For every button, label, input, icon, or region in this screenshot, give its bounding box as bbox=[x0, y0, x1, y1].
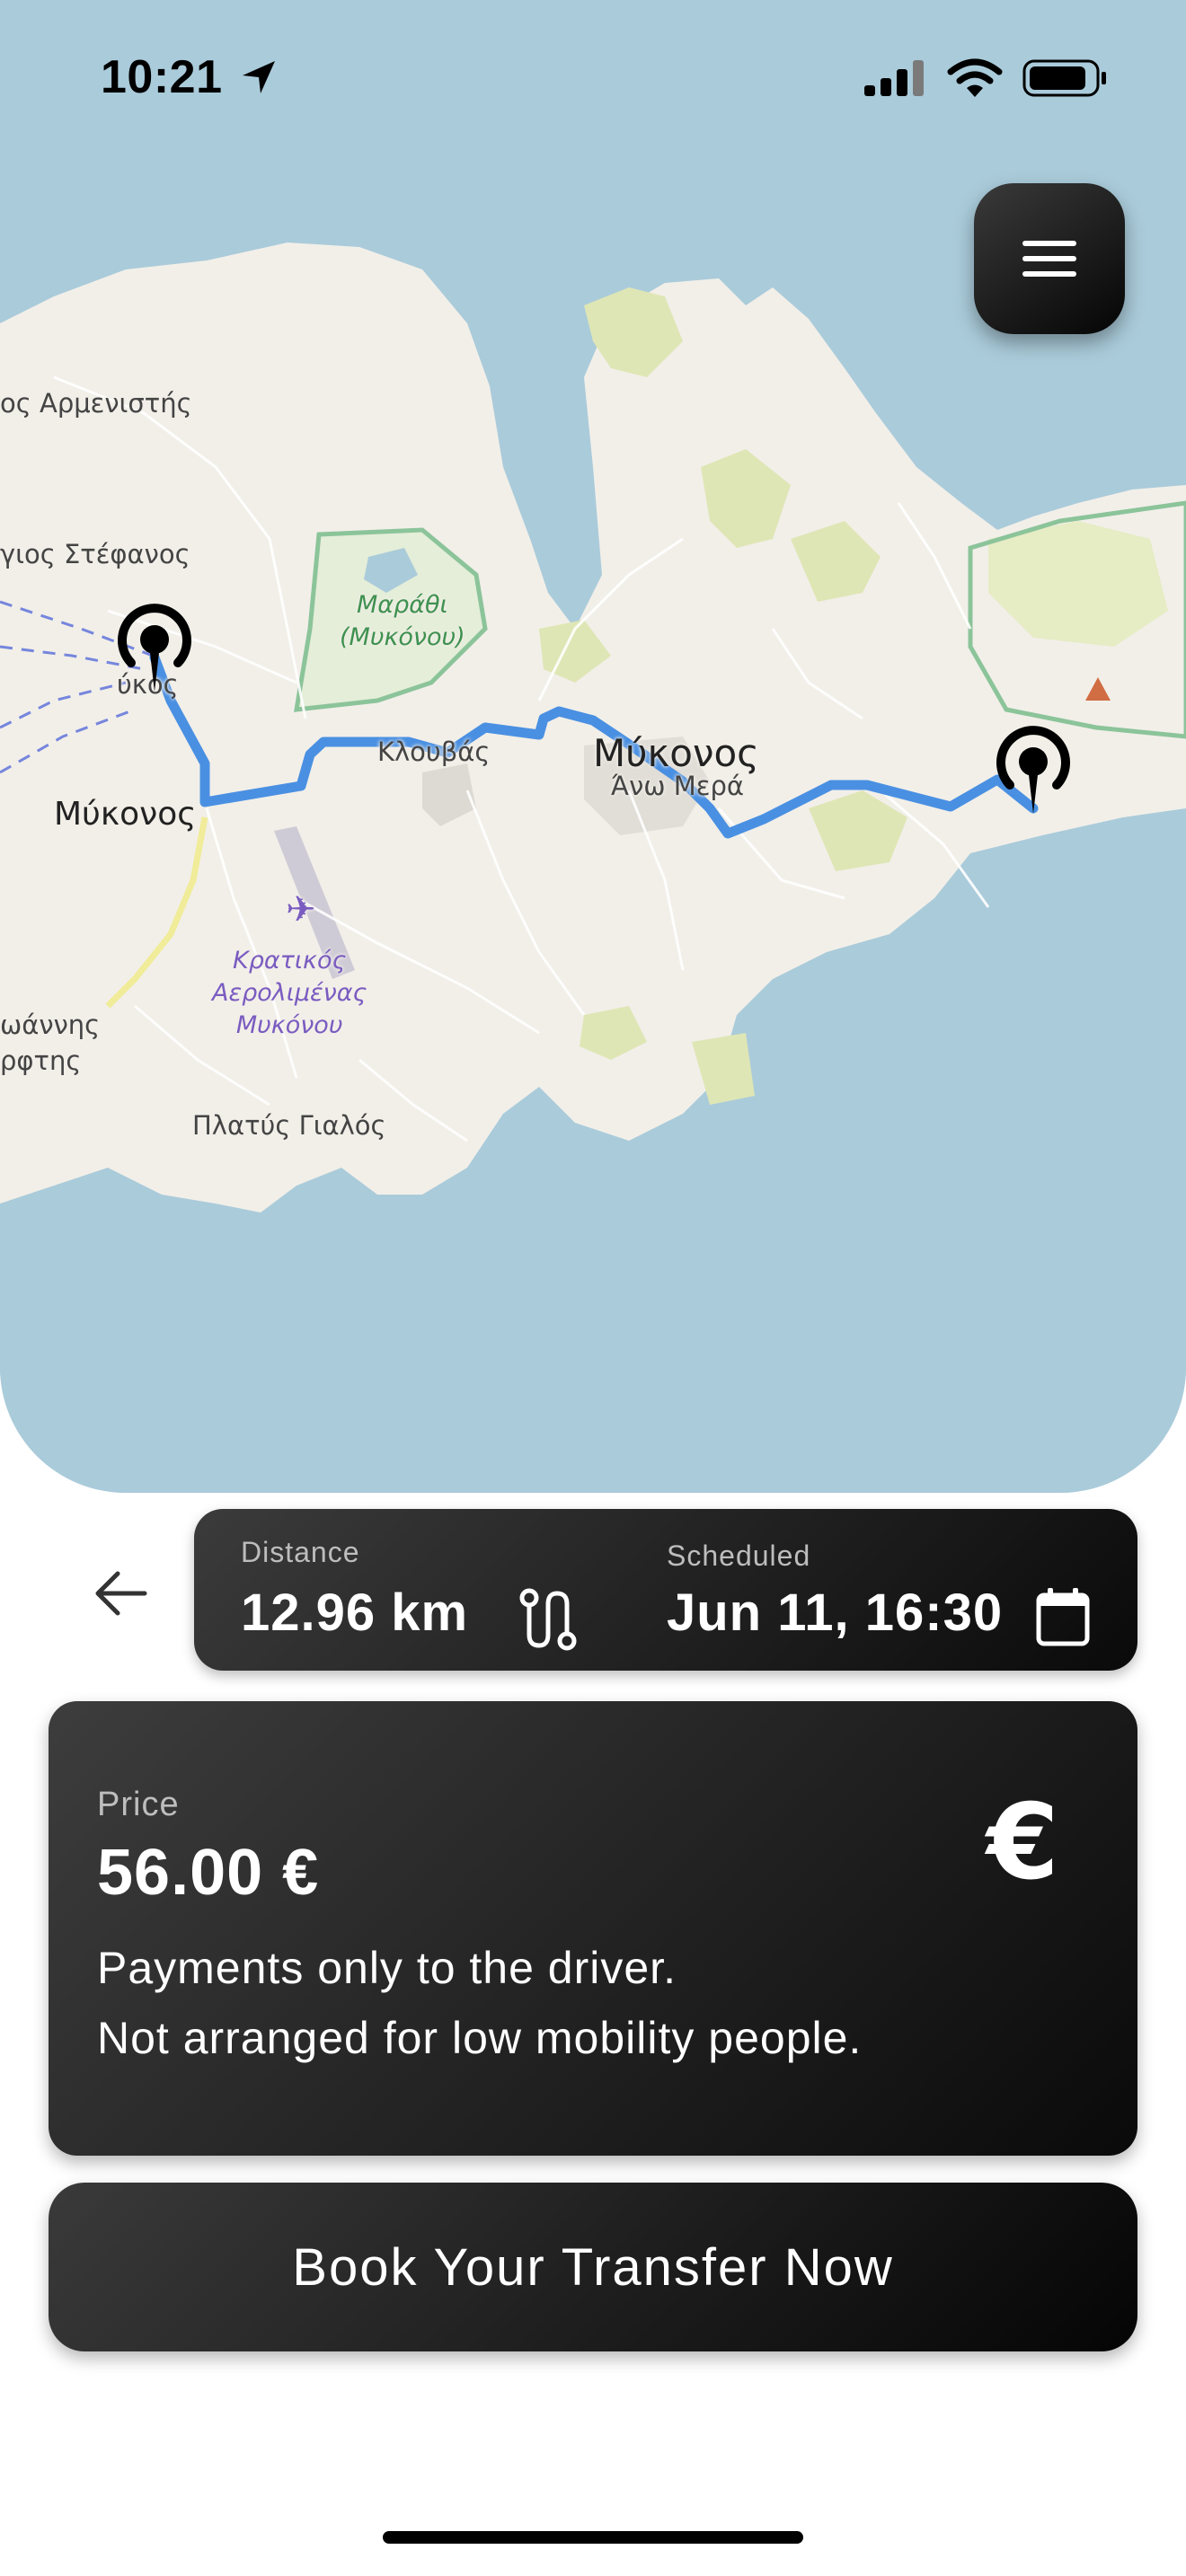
wifi-icon bbox=[947, 58, 1003, 97]
scheduled-value: Jun 11, 16:30 bbox=[667, 1584, 1004, 1642]
home-indicator[interactable] bbox=[383, 2531, 803, 2544]
pickup-pin-icon[interactable] bbox=[113, 598, 196, 697]
signal-icon bbox=[864, 60, 924, 96]
price-value: 56.00 € bbox=[97, 1837, 320, 1909]
map-label-airport: Κρατικός Αερολιμένας Μυκόνου bbox=[212, 947, 367, 1039]
map-label-ioannis: ωάννης bbox=[0, 1010, 101, 1040]
scheduled-label: Scheduled bbox=[667, 1539, 811, 1572]
book-transfer-button[interactable]: Book Your Transfer Now bbox=[49, 2183, 1137, 2351]
map-label-agios-stefanos: γιος Στέφανος bbox=[0, 539, 190, 569]
map-label-mykonos-center: Μύκονος bbox=[593, 731, 759, 775]
back-button[interactable] bbox=[88, 1561, 153, 1626]
map-label-mykonos-town: Μύκονος bbox=[54, 796, 197, 833]
trip-summary-bar: Distance 12.96 km Scheduled Jun 11, 16:3… bbox=[194, 1509, 1137, 1671]
map-label-armenistis: ος Αρμενιστής bbox=[0, 388, 192, 419]
price-card: Price 56.00 € € Payments only to the dri… bbox=[49, 1701, 1137, 2156]
map-label-marathi: Μαράθι (Μυκόνου) bbox=[340, 591, 465, 651]
route-icon bbox=[519, 1588, 577, 1651]
map-label-ioannis-2: ρφτης bbox=[0, 1045, 82, 1076]
map-label-ano-mera: Άνω Μερά bbox=[611, 771, 745, 801]
location-arrow-icon bbox=[243, 61, 275, 93]
payment-note: Payments only to the driver. bbox=[97, 1943, 677, 1993]
euro-icon: € bbox=[987, 1782, 1059, 1903]
mobility-note: Not arranged for low mobility people. bbox=[97, 2013, 863, 2063]
distance-label: Distance bbox=[241, 1536, 360, 1568]
airport-icon: ✈ bbox=[286, 889, 316, 931]
calendar-icon[interactable] bbox=[1035, 1586, 1091, 1647]
map-label-platys-gialos: Πλατύς Γιαλός bbox=[192, 1110, 386, 1141]
status-time: 10:21 bbox=[101, 51, 223, 103]
distance-value: 12.96 km bbox=[241, 1584, 469, 1642]
battery-icon bbox=[1022, 59, 1106, 97]
hamburger-menu-icon bbox=[1022, 241, 1076, 277]
arrow-left-icon bbox=[95, 1571, 147, 1616]
price-label: Price bbox=[97, 1786, 180, 1823]
dropoff-pin-icon[interactable] bbox=[992, 720, 1075, 819]
status-icons bbox=[864, 57, 1109, 99]
menu-button[interactable] bbox=[974, 183, 1125, 334]
map-label-klouvas: Κλουβάς bbox=[377, 737, 491, 767]
